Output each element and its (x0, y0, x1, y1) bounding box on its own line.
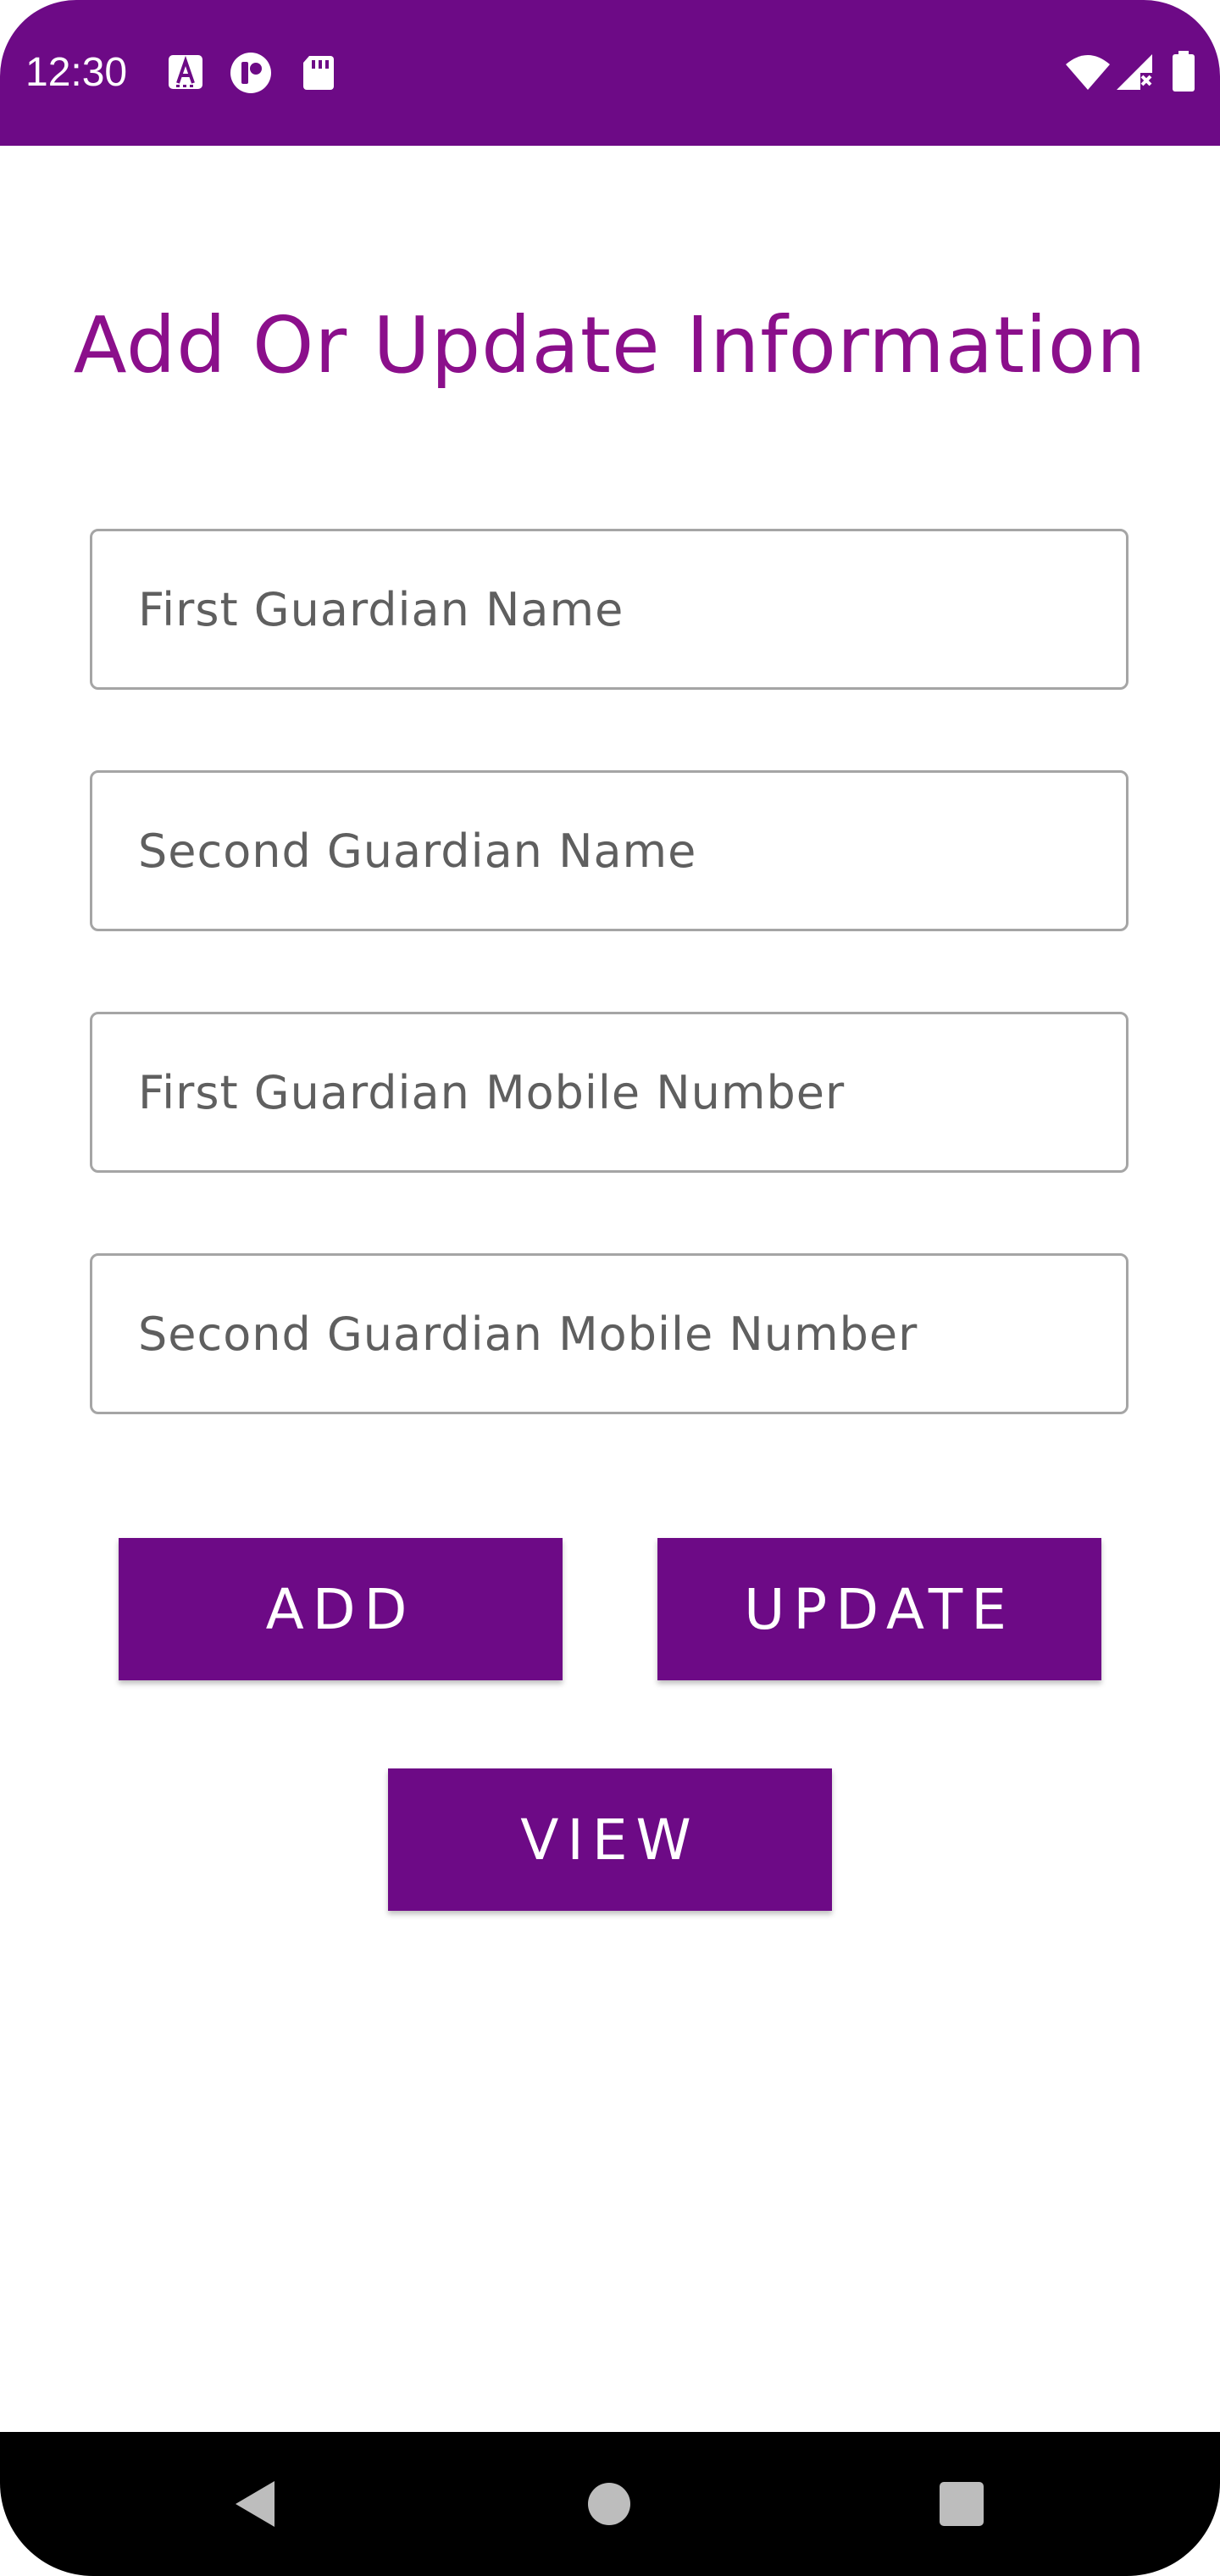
add-button[interactable]: ADD (119, 1538, 563, 1680)
recents-icon[interactable] (935, 2478, 988, 2530)
home-icon[interactable] (583, 2478, 635, 2530)
second-guardian-name-field[interactable] (90, 770, 1128, 931)
notification-app-icon (230, 53, 271, 93)
battery-icon (1173, 51, 1195, 92)
view-button[interactable]: VIEW (388, 1768, 832, 1911)
second-guardian-mobile-field[interactable] (90, 1253, 1128, 1414)
status-bar: 12:30 (0, 0, 1220, 146)
wifi-icon (1066, 55, 1110, 90)
back-icon[interactable] (229, 2478, 281, 2530)
page-title: Add Or Update Information (73, 300, 1147, 391)
status-time: 12:30 (25, 50, 128, 95)
cell-signal-icon (1117, 54, 1152, 90)
first-guardian-name-field[interactable] (90, 529, 1128, 690)
update-button[interactable]: UPDATE (657, 1538, 1101, 1680)
sd-card-icon (303, 56, 334, 90)
first-guardian-mobile-field[interactable] (90, 1012, 1128, 1173)
font-a-icon (169, 55, 202, 89)
